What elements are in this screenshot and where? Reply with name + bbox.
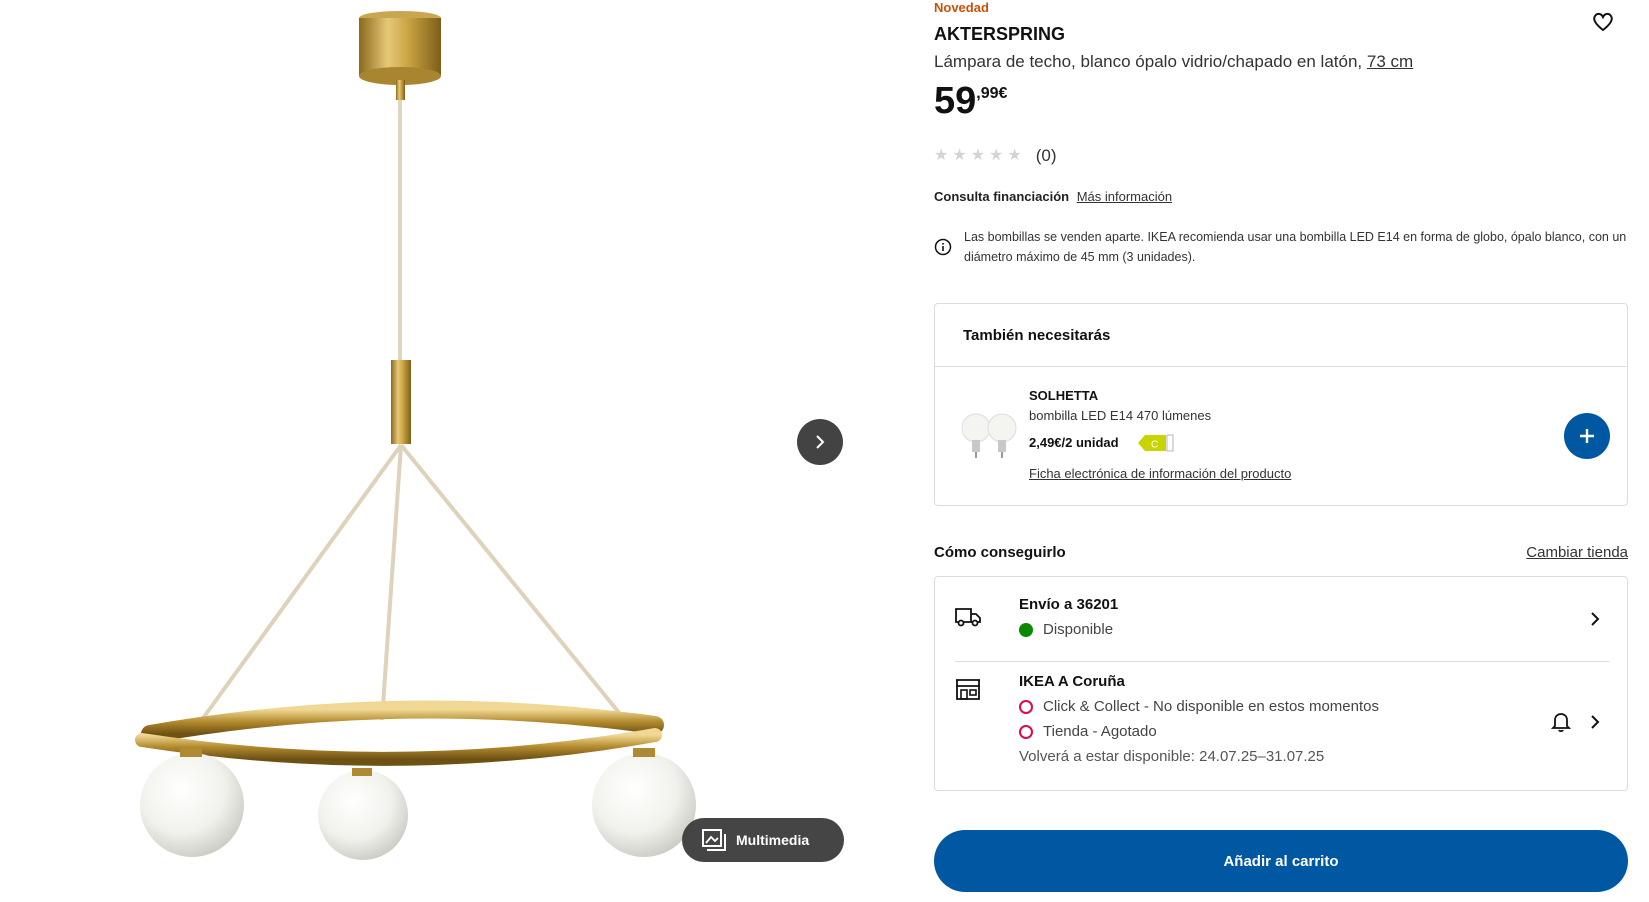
chevron-right-icon — [816, 435, 825, 449]
product-info-sheet-link[interactable]: Ficha electrónica de información del pro… — [1029, 466, 1291, 481]
bulb-note: Las bombillas se venden aparte. IKEA rec… — [934, 227, 1628, 267]
gallery-icon — [702, 829, 726, 851]
in-store-text: Tienda - Agotado — [1043, 723, 1157, 740]
add-accessory-button[interactable] — [1564, 413, 1610, 459]
chevron-right-icon — [1591, 612, 1600, 626]
delivery-status-text: Disponible — [1043, 621, 1114, 638]
rating-count: (0) — [1035, 146, 1057, 165]
star-icon: ★ — [952, 147, 967, 164]
star-icon: ★ — [1007, 147, 1022, 164]
back-in-stock-text: Volverá a estar disponible: 24.07.25–31.… — [1019, 748, 1325, 765]
change-store-link[interactable]: Cambiar tienda — [1526, 544, 1628, 561]
favorite-button[interactable] — [1590, 9, 1616, 35]
delivery-title: Envío a 36201 — [1019, 596, 1119, 613]
bell-icon[interactable] — [1551, 711, 1571, 733]
plus-icon — [1580, 429, 1594, 443]
star-icon: ★ — [989, 147, 1004, 164]
star-icon: ★ — [934, 147, 949, 164]
truck-icon — [955, 608, 981, 627]
financing: Consulta financiación Más información — [934, 189, 1172, 204]
accessory-description: bombilla LED E14 470 lúmenes — [1029, 408, 1212, 423]
availability-title: Cómo conseguirlo — [934, 544, 1066, 561]
rating[interactable]: ★ ★ ★ ★ ★ (0) — [934, 146, 1057, 166]
store-row[interactable]: IKEA A Coruña Click & Collect - No dispo… — [955, 661, 1609, 791]
click-collect-text: Click & Collect - No disponible en estos… — [1043, 698, 1379, 715]
price-decimal: ,99€ — [976, 85, 1008, 102]
bulb-thumbnail — [961, 413, 1017, 458]
available-status-icon — [1019, 622, 1033, 637]
unavailable-status-icon — [1019, 724, 1033, 739]
accessory-price: 2,49€/2 unidad — [1029, 435, 1119, 450]
product-description-text: Lámpara de techo, blanco ópalo vidrio/ch… — [934, 52, 1363, 71]
product-name: AKTERSPRING — [934, 24, 1066, 44]
multimedia-label: Multimedia — [736, 832, 810, 848]
energy-class: C — [1151, 440, 1158, 451]
store-title: IKEA A Coruña — [1019, 673, 1125, 690]
price-integer: 59 — [934, 80, 977, 122]
new-badge: Novedad — [934, 0, 989, 15]
price: 59,99€ — [934, 82, 1007, 120]
heart-icon — [1593, 12, 1613, 32]
product-gallery: Multimedia — [0, 0, 844, 902]
also-need-title: También necesitarás — [935, 304, 1627, 367]
delivery-status: Disponible — [1019, 621, 1113, 638]
click-collect-status: Click & Collect - No disponible en estos… — [1019, 698, 1379, 715]
unavailable-status-icon — [1019, 699, 1033, 714]
chevron-right-icon — [1591, 715, 1600, 729]
financing-link[interactable]: Más información — [1077, 189, 1172, 204]
energy-label-icon[interactable]: C — [1138, 434, 1174, 452]
next-image-button[interactable] — [797, 419, 843, 465]
product-description: Lámpara de techo, blanco ópalo vidrio/ch… — [934, 52, 1413, 72]
store-icon — [956, 679, 980, 700]
info-icon — [934, 238, 952, 256]
accessory-name: SOLHETTA — [1029, 388, 1099, 403]
bulb-note-text: Las bombillas se venden aparte. IKEA rec… — [964, 230, 1627, 264]
availability-card: Envío a 36201 Disponible IKEA A Coruña C… — [934, 576, 1628, 791]
add-to-cart-button[interactable]: Añadir al carrito — [934, 830, 1628, 892]
product-image — [135, 11, 696, 860]
in-store-status: Tienda - Agotado — [1019, 723, 1157, 740]
financing-label: Consulta financiación — [934, 189, 1070, 204]
star-icon: ★ — [970, 147, 986, 164]
multimedia-button[interactable]: Multimedia — [682, 818, 844, 862]
delivery-row[interactable]: Envío a 36201 Disponible — [955, 577, 1609, 662]
also-need-card: También necesitarás SOLHETTA bombilla LE… — [934, 303, 1628, 506]
product-size-link[interactable]: 73 cm — [1367, 52, 1413, 71]
